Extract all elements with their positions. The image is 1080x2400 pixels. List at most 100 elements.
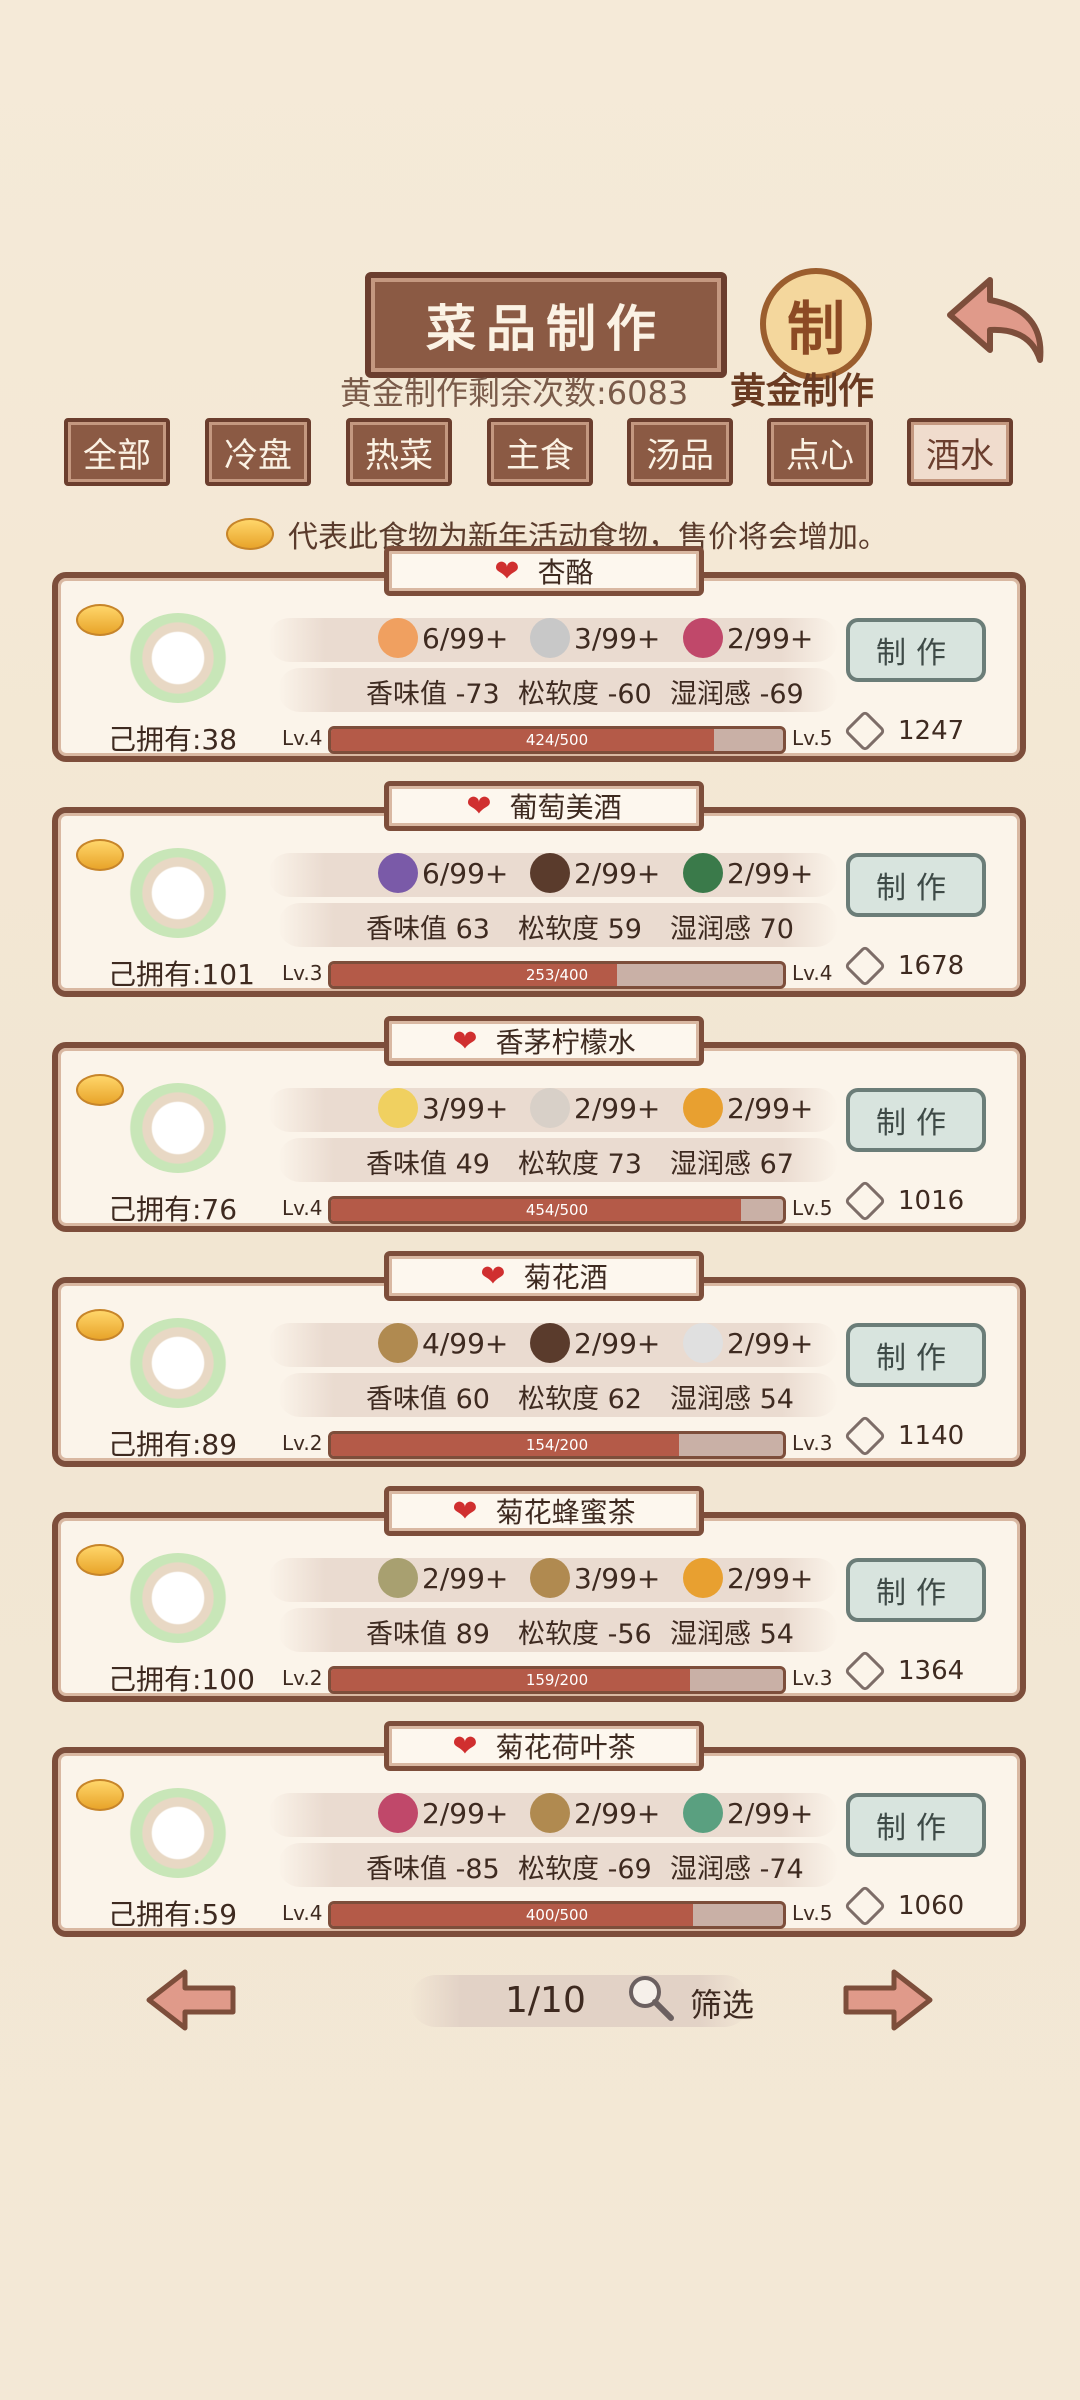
recipe-card: ❤ 葡萄美酒 己拥有:101 6/99+ 2/99+ 2/99+ 香味值 63 松… (52, 781, 1026, 997)
coin-icon (843, 709, 887, 753)
pot-icon (530, 1323, 570, 1363)
ingredient-amount: 2/99+ (727, 1796, 814, 1830)
pot-icon (530, 853, 570, 893)
prev-page-arrow-icon[interactable] (145, 1968, 237, 2032)
progress-text: 253/400 (525, 966, 589, 984)
level-next: Lv.3 (792, 1431, 833, 1455)
progress-text: 159/200 (525, 1671, 589, 1689)
owned-count: 己拥有:101 (108, 958, 255, 991)
ingredient: 3/99+ (378, 1088, 508, 1128)
price-value: 1016 (898, 1186, 965, 1216)
heart-icon[interactable]: ❤ (480, 1259, 505, 1294)
tab-6[interactable]: 酒水 (907, 418, 1013, 486)
tab-0[interactable]: 全部 (64, 418, 170, 486)
owned-count: 己拥有:59 (108, 1898, 238, 1931)
tea-leaf-icon (378, 1558, 418, 1598)
ingredient: 2/99+ (683, 618, 813, 658)
level-next: Lv.5 (792, 1196, 833, 1220)
tab-5[interactable]: 点心 (767, 418, 873, 486)
ingredient-amount: 2/99+ (422, 1561, 509, 1595)
coin-icon (843, 944, 887, 988)
stat-value: 香味值 60 (366, 1384, 490, 1415)
recipe-card: ❤ 杏酪 己拥有:38 6/99+ 3/99+ 2/99+ 香味值 -73 松软度… (52, 546, 1026, 762)
stat-value: 香味值 49 (366, 1149, 490, 1180)
stat-value: 松软度 -56 (518, 1619, 652, 1650)
filter-button[interactable]: 筛选 (690, 1980, 754, 2026)
level-next: Lv.5 (792, 1901, 833, 1925)
ingredient-amount: 2/99+ (574, 1091, 661, 1125)
page-title: 菜品制作 (426, 300, 666, 358)
honey-jar-icon (683, 1558, 723, 1598)
ingredient: 2/99+ (683, 1793, 813, 1833)
level-current: Lv.4 (282, 726, 323, 750)
stat-value: 松软度 -69 (518, 1854, 652, 1885)
price-value: 1140 (898, 1421, 965, 1451)
tab-1[interactable]: 冷盘 (205, 418, 311, 486)
ingredient-amount: 2/99+ (727, 1326, 814, 1360)
stats-row: 香味值 63 松软度 59 湿润感 70 (278, 903, 838, 947)
ingredient-amount: 2/99+ (422, 1796, 509, 1830)
recipe-title: ❤ 菊花荷叶茶 (384, 1721, 704, 1771)
next-page-arrow-icon[interactable] (842, 1968, 934, 2032)
heart-icon[interactable]: ❤ (466, 789, 491, 824)
back-arrow-icon[interactable] (945, 270, 1055, 370)
progress-bar: 424/500 (328, 726, 786, 754)
make-button[interactable]: 制作 (846, 1793, 986, 1857)
heart-icon[interactable]: ❤ (452, 1494, 477, 1529)
rice-bowl-icon (530, 618, 570, 658)
heart-icon[interactable]: ❤ (452, 1024, 477, 1059)
make-button[interactable]: 制作 (846, 1323, 986, 1387)
stat-value: 香味值 63 (366, 914, 490, 945)
seal-char: 制 (786, 295, 845, 363)
level-current: Lv.2 (282, 1666, 323, 1690)
heart-icon[interactable]: ❤ (494, 554, 519, 589)
ingredient-amount: 2/99+ (574, 856, 661, 890)
ingredient-row: 2/99+ 2/99+ 2/99+ (268, 1793, 838, 1837)
stat-value: 松软度 62 (518, 1384, 642, 1415)
stats-row: 香味值 49 松软度 73 湿润感 67 (278, 1138, 838, 1182)
recipe-name: 香茅柠檬水 (495, 1026, 636, 1059)
tab-2[interactable]: 热菜 (346, 418, 452, 486)
ingredient-amount: 2/99+ (727, 621, 814, 655)
price-value: 1364 (898, 1656, 965, 1686)
flower-icon (683, 618, 723, 658)
dish-image (128, 613, 228, 703)
tab-3[interactable]: 主食 (487, 418, 593, 486)
level-current: Lv.2 (282, 1431, 323, 1455)
make-button[interactable]: 制作 (846, 1558, 986, 1622)
recipe-name: 菊花荷叶茶 (495, 1731, 636, 1764)
ingredient: 3/99+ (530, 1558, 660, 1598)
ingredient: 6/99+ (378, 853, 508, 893)
ingredient: 2/99+ (378, 1558, 508, 1598)
coin-icon (843, 1649, 887, 1693)
owned-count: 己拥有:38 (108, 723, 238, 756)
owned-count: 己拥有:89 (108, 1428, 238, 1461)
ingredient-amount: 2/99+ (727, 1091, 814, 1125)
recipe-name: 葡萄美酒 (509, 791, 622, 824)
make-button[interactable]: 制作 (846, 1088, 986, 1152)
heart-icon[interactable]: ❤ (452, 1729, 477, 1764)
ingredient: 2/99+ (683, 853, 813, 893)
ingredient-amount: 6/99+ (422, 856, 509, 890)
title-banner: 菜品制作 (365, 272, 727, 378)
ingredient-amount: 6/99+ (422, 621, 509, 655)
recipe-title: ❤ 菊花蜂蜜茶 (384, 1486, 704, 1536)
flower-icon (378, 1793, 418, 1833)
ingredient: 2/99+ (378, 1793, 508, 1833)
recipe-card: ❤ 香茅柠檬水 己拥有:76 3/99+ 2/99+ 2/99+ 香味值 49 松… (52, 1016, 1026, 1232)
ingredient: 4/99+ (378, 1323, 508, 1363)
stat-value: 湿润感 54 (670, 1384, 794, 1415)
ingredient-row: 3/99+ 2/99+ 2/99+ (268, 1088, 838, 1132)
make-button[interactable]: 制作 (846, 853, 986, 917)
ingredient: 2/99+ (530, 1323, 660, 1363)
magnifier-icon[interactable] (625, 1972, 675, 2022)
stat-value: 松软度 73 (518, 1149, 642, 1180)
stat-value: 香味值 -85 (366, 1854, 500, 1885)
progress-text: 424/500 (525, 731, 589, 749)
ingredient-amount: 3/99+ (422, 1091, 509, 1125)
level-current: Lv.4 (282, 1196, 323, 1220)
stat-value: 香味值 89 (366, 1619, 490, 1650)
make-button[interactable]: 制作 (846, 618, 986, 682)
ingredient-row: 6/99+ 2/99+ 2/99+ (268, 853, 838, 897)
tab-4[interactable]: 汤品 (627, 418, 733, 486)
